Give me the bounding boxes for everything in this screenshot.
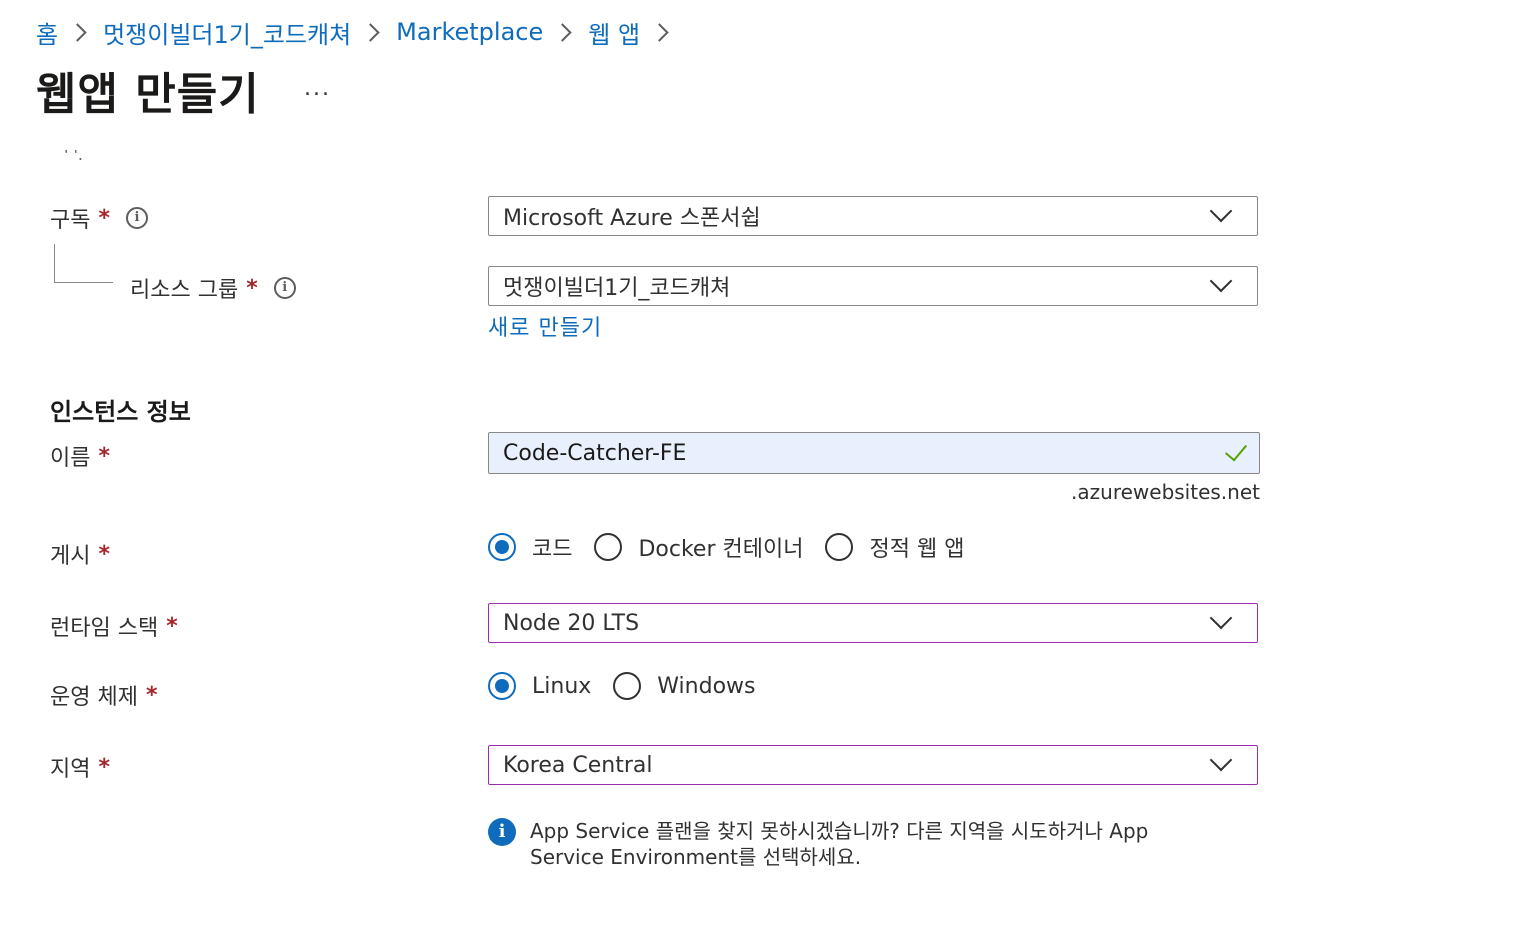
publish-label-text: 게시 [50, 544, 91, 569]
info-icon[interactable]: i [273, 277, 296, 299]
domain-suffix: .azurewebsites.net [1071, 480, 1260, 504]
subscription-label: 구독 * i [50, 202, 148, 234]
region-label: 지역 * [50, 751, 110, 783]
subscription-value: Microsoft Azure 스폰서쉽 [503, 206, 761, 231]
os-option-linux[interactable]: Linux [488, 672, 591, 700]
publish-option-label: 코드 [532, 537, 573, 562]
publish-option-label: Docker 컨테이너 [638, 537, 804, 562]
region-dropdown[interactable]: Korea Central [488, 745, 1258, 785]
publish-option-code[interactable]: 코드 [488, 531, 572, 563]
os-label: 운영 체제 * [50, 679, 157, 711]
radio-unchecked-icon[interactable] [613, 672, 642, 700]
info-icon[interactable]: i [126, 207, 148, 229]
breadcrumb-web-app[interactable]: 웹 앱 [588, 15, 640, 50]
os-label-text: 운영 체제 [50, 685, 138, 710]
required-mark: * [145, 682, 158, 708]
more-options-icon[interactable]: ... [304, 76, 331, 101]
chevron-down-icon [1209, 748, 1233, 772]
runtime-value: Node 20 LTS [503, 610, 640, 636]
info-filled-icon: i [488, 818, 516, 846]
os-option-label: Linux [532, 673, 592, 699]
breadcrumb-home[interactable]: 홈 [36, 15, 58, 50]
breadcrumb: 홈 멋쟁이빌더1기_코드캐쳐 Marketplace 웹 앱 [36, 14, 685, 50]
radio-checked-icon[interactable] [488, 533, 516, 561]
publish-radio-group: 코드 Docker 컨테이너 정적 웹 앱 [488, 531, 986, 563]
radio-unchecked-icon[interactable] [825, 533, 854, 561]
name-input[interactable] [488, 432, 1260, 474]
required-mark: * [166, 613, 178, 639]
region-info-text: App Service 플랜을 찾지 못하시겠습니까? 다른 지역을 시도하거나… [530, 819, 1149, 869]
create-new-link[interactable]: 새로 만들기 [488, 310, 602, 342]
region-info-message: i App Service 플랜을 찾지 못하시겠습니까? 다른 지역을 시도하… [488, 818, 1220, 870]
required-mark: * [98, 541, 110, 567]
chevron-right-icon [553, 22, 572, 42]
resource-group-label-text: 리소스 그룹 [130, 278, 239, 303]
page-title: 웹앱 만들기 [36, 69, 260, 120]
runtime-label: 런타임 스택 * [50, 610, 178, 642]
required-mark: * [246, 275, 258, 301]
runtime-dropdown[interactable]: Node 20 LTS [488, 603, 1258, 643]
chevron-down-icon [1209, 269, 1233, 293]
runtime-label-text: 런타임 스택 [50, 616, 159, 641]
region-value: Korea Central [503, 752, 653, 778]
os-option-label: Windows [657, 673, 756, 699]
resource-group-value: 멋쟁이빌더1기_코드캐쳐 [503, 276, 731, 301]
os-radio-group: Linux Windows [488, 672, 778, 700]
resource-group-label: 리소스 그룹 * i [130, 272, 296, 304]
name-label-text: 이름 [50, 446, 91, 471]
radio-unchecked-icon[interactable] [594, 533, 623, 561]
publish-option-label: 정적 웹 앱 [869, 537, 965, 562]
breadcrumb-resource-group[interactable]: 멋쟁이빌더1기_코드캐쳐 [103, 15, 351, 50]
clipped-text: ' '. [64, 150, 83, 164]
chevron-right-icon [361, 22, 380, 42]
os-option-windows[interactable]: Windows [613, 672, 756, 700]
tree-connector [54, 244, 113, 283]
subscription-label-text: 구독 [50, 208, 91, 233]
instance-section-title: 인스턴스 정보 [50, 398, 191, 426]
region-label-text: 지역 [50, 757, 91, 782]
required-mark: * [98, 754, 110, 780]
chevron-right-icon [68, 22, 87, 42]
publish-label: 게시 * [50, 538, 110, 570]
subscription-dropdown[interactable]: Microsoft Azure 스폰서쉽 [488, 196, 1258, 236]
radio-checked-icon[interactable] [488, 672, 516, 700]
chevron-right-icon [650, 22, 669, 42]
required-mark: * [98, 205, 110, 231]
required-mark: * [98, 443, 110, 469]
publish-option-docker[interactable]: Docker 컨테이너 [594, 531, 803, 563]
publish-option-static[interactable]: 정적 웹 앱 [825, 531, 964, 563]
breadcrumb-marketplace[interactable]: Marketplace [396, 18, 543, 46]
chevron-down-icon [1209, 199, 1233, 223]
resource-group-dropdown[interactable]: 멋쟁이빌더1기_코드캐쳐 [488, 266, 1258, 306]
name-label: 이름 * [50, 440, 110, 472]
chevron-down-icon [1209, 606, 1233, 630]
